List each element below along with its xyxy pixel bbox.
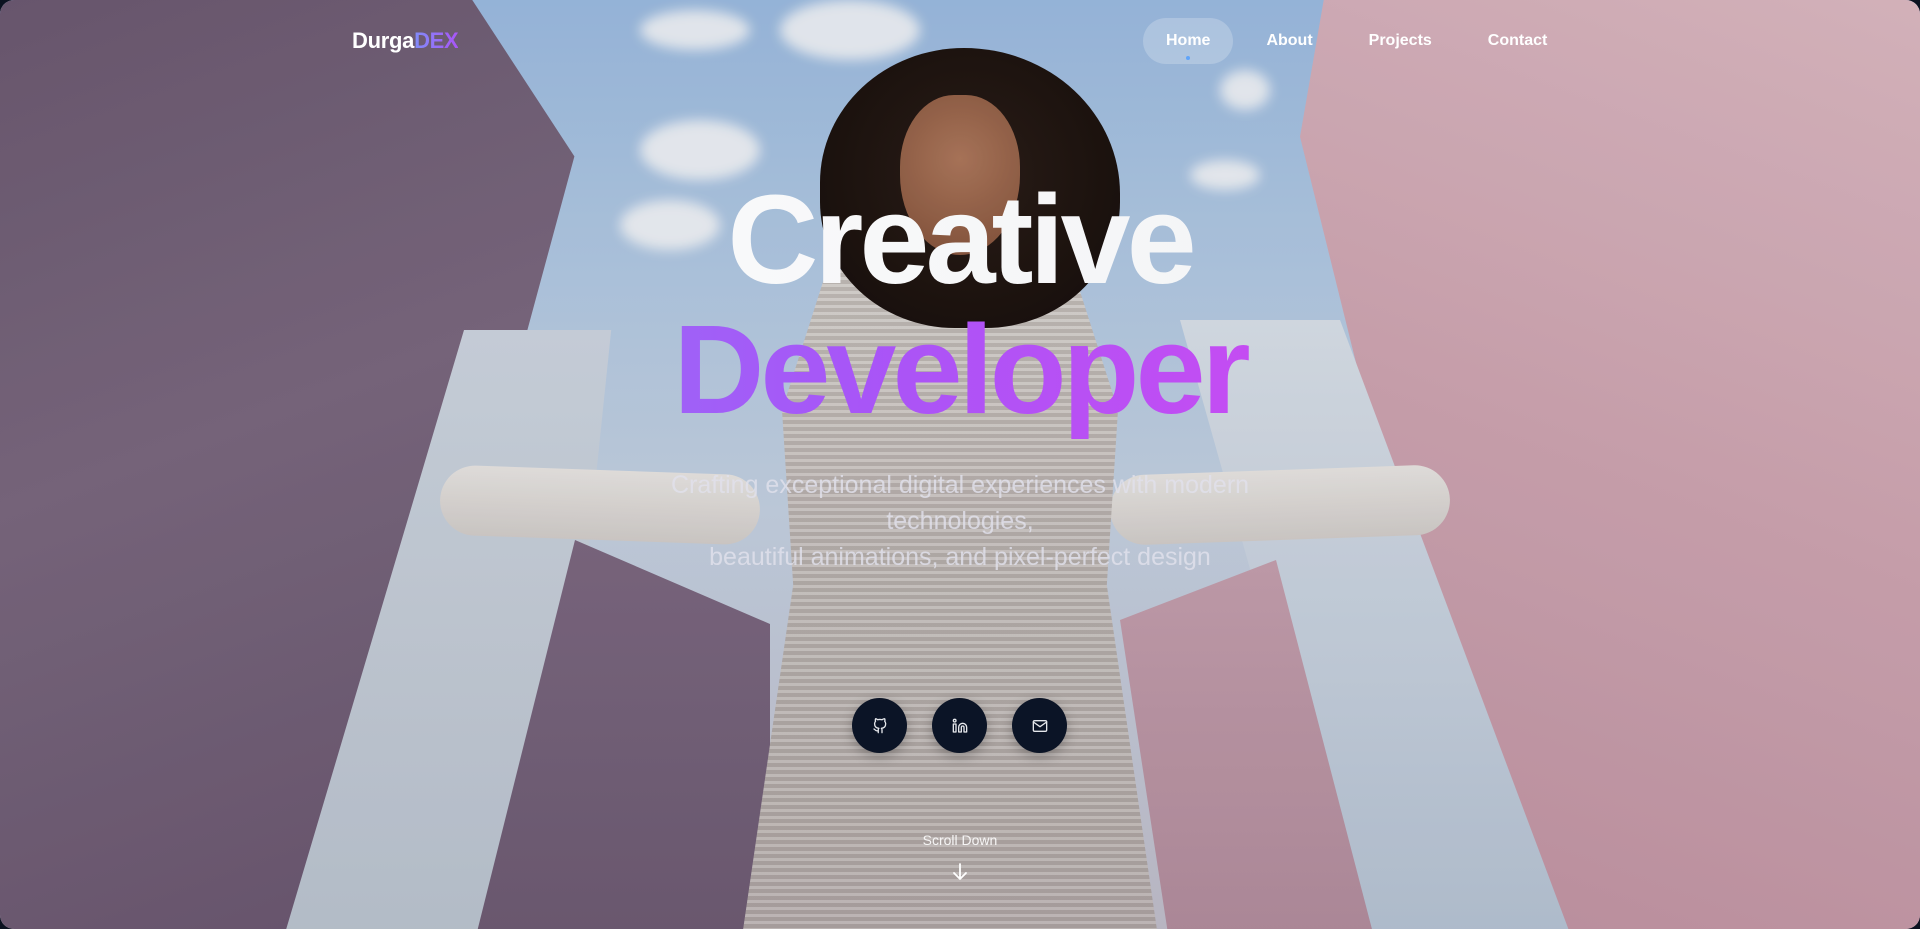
hero-title-line2: Developer [0,300,1920,440]
nav-item-home[interactable]: Home [1143,18,1234,64]
arrow-down-icon[interactable] [952,862,968,882]
background-photo [0,0,1920,929]
scroll-down-label[interactable]: Scroll Down [0,832,1920,848]
hero-subtitle: Crafting exceptional digital experiences… [580,467,1340,575]
nav-item-home-label: Home [1166,32,1211,49]
github-button[interactable] [852,698,907,753]
main-nav: Home About Projects Contact [1143,18,1570,64]
hero-subtitle-line1: Crafting exceptional digital experiences… [670,471,1250,499]
github-icon [872,717,886,733]
hero-section: DurgaDEX Home About Projects Contact Cre… [0,0,1920,929]
hero-subtitle-line2: technologies, [886,507,1034,535]
mail-icon [1032,719,1047,732]
linkedin-button[interactable] [932,698,987,753]
active-indicator-dot [1186,56,1191,60]
linkedin-icon [952,718,967,733]
nav-item-about[interactable]: About [1243,18,1335,64]
nav-item-about-label: About [1266,32,1313,49]
nav-item-contact[interactable]: Contact [1465,18,1571,64]
brand-logo-part1: Durga [352,28,415,53]
nav-item-contact-label: Contact [1487,32,1548,49]
hero-subtitle-line3: beautiful animations, and pixel-perfect … [709,543,1211,571]
nav-item-projects-label: Projects [1368,32,1432,49]
social-links [852,698,1067,753]
hero-title-line1: Creative [0,170,1920,310]
mail-button[interactable] [1012,698,1067,753]
nav-item-projects[interactable]: Projects [1346,18,1455,64]
brand-logo[interactable]: DurgaDEX [352,28,459,54]
brand-logo-part2: DEX [414,28,459,53]
